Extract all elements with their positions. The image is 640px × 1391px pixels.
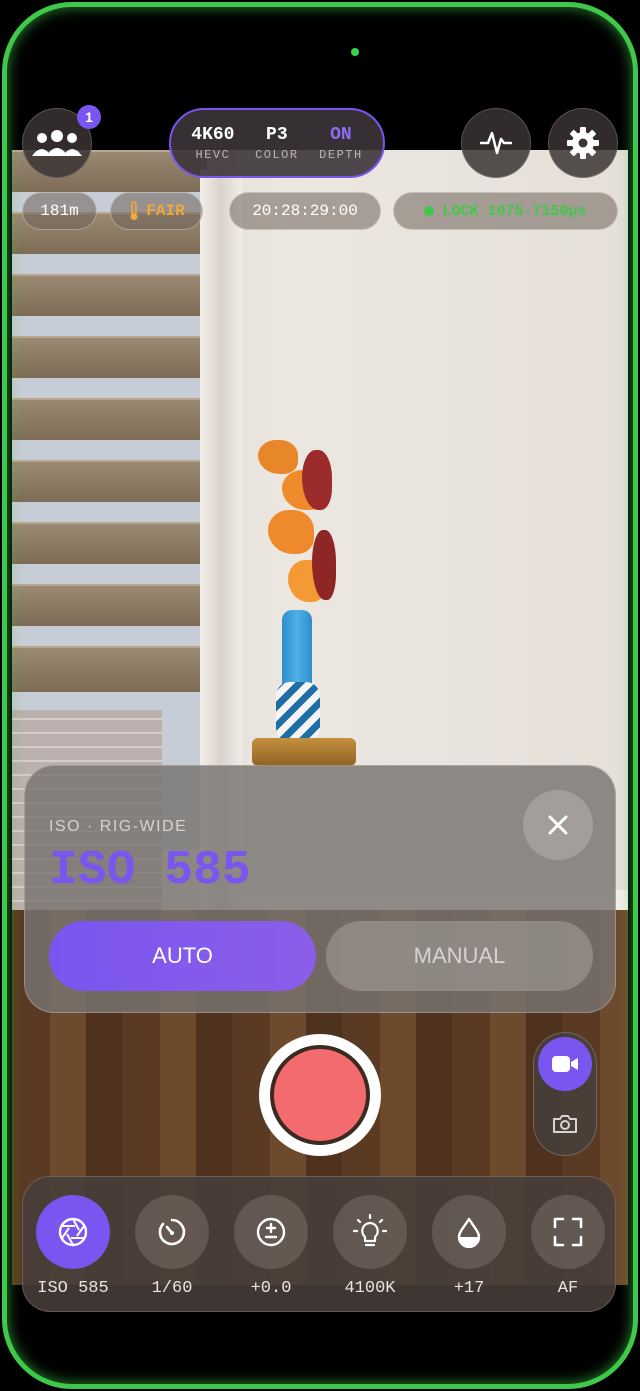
waveform-icon [480, 131, 512, 155]
thermometer-icon [130, 201, 138, 220]
waveform-button[interactable] [461, 108, 531, 178]
tint-drop-icon [457, 1217, 481, 1248]
exposure-lock-chip[interactable]: LOCK 1075·7150µs [393, 192, 618, 230]
toolbar-item-shutter[interactable]: 1/60 [135, 1195, 209, 1298]
format-depth: ON DEPTH [319, 125, 363, 162]
blind-slat [12, 522, 207, 564]
record-button[interactable] [259, 1034, 381, 1156]
toolbar-label: +0.0 [250, 1279, 292, 1298]
iso-panel-value: ISO 585 [49, 844, 251, 898]
toolbar-label: +17 [453, 1279, 485, 1298]
focus-frame-icon [553, 1217, 583, 1247]
format-resolution: 4K60 HEVC [191, 125, 234, 162]
iso-panel-subtitle: ISO · RIG-WIDE [49, 818, 188, 835]
format-color: P3 COLOR [255, 125, 299, 162]
close-icon [548, 815, 568, 835]
dynamic-island [220, 22, 420, 80]
camera-indicator-dot [351, 48, 359, 56]
bulb-icon [353, 1214, 387, 1247]
distance-chip: 181m [22, 192, 97, 230]
focus-tool-button[interactable] [531, 1195, 605, 1269]
white-balance-tool-button[interactable] [333, 1195, 407, 1269]
toolbar-label: 1/60 [151, 1279, 193, 1298]
iso-tool-button[interactable] [36, 1195, 110, 1269]
close-button[interactable] [523, 790, 593, 860]
format-value: 4K60 [191, 124, 235, 145]
people-group-icon [32, 130, 82, 156]
toolbar-label: ISO 585 [37, 1279, 109, 1298]
toolbar-item-iso[interactable]: ISO 585 [36, 1195, 110, 1298]
photo-camera-icon [553, 1115, 577, 1133]
iso-panel: ISO · RIG-WIDE ISO 585 AUTO MANUAL [24, 765, 616, 1013]
video-camera-icon [552, 1056, 578, 1072]
format-key: DEPTH [319, 147, 363, 162]
aperture-icon [58, 1217, 88, 1247]
shutter-timer-icon [158, 1218, 186, 1246]
flower [312, 530, 336, 600]
group-count-badge: 1 [77, 105, 101, 129]
toolbar-item-white-balance[interactable]: 4100K [333, 1195, 407, 1298]
shutter-tool-button[interactable] [135, 1195, 209, 1269]
format-key: HEVC [195, 147, 231, 162]
settings-button[interactable] [548, 108, 618, 178]
record-button-core [270, 1045, 370, 1145]
vase-stand [252, 738, 356, 766]
tint-tool-button[interactable] [432, 1195, 506, 1269]
lock-status-dot [424, 206, 435, 216]
thermal-chip: FAIR [110, 192, 203, 230]
toolbar-item-tint[interactable]: +17 [432, 1195, 506, 1298]
flower [258, 440, 298, 474]
toolbar-item-exposure[interactable]: +0.0 [234, 1195, 308, 1298]
lock-label: LOCK 1075·7150µs [442, 202, 587, 220]
thermal-label: FAIR [146, 202, 185, 220]
blind-slat [12, 646, 207, 692]
flower [268, 510, 314, 554]
format-value: P3 [266, 124, 288, 145]
capture-mode-switch [533, 1032, 597, 1156]
gear-icon [567, 127, 599, 159]
toolbar-label: 4100K [344, 1279, 396, 1298]
video-mode-button[interactable] [538, 1037, 592, 1091]
toolbar-label: AF [557, 1279, 579, 1298]
blind-slat [12, 336, 207, 378]
flower [302, 450, 332, 510]
toolbar-item-focus[interactable]: AF [531, 1195, 605, 1298]
iso-auto-button[interactable]: AUTO [49, 921, 316, 991]
blind-slat [12, 460, 207, 502]
format-pill[interactable]: 4K60 HEVC P3 COLOR ON DEPTH [169, 108, 385, 178]
settings-toolbar: ISO 585 1/60 +0.0 4100K +17 AF [22, 1176, 616, 1312]
format-key: COLOR [255, 147, 299, 162]
camera-screen: 1 4K60 HEVC P3 COLOR ON DEPTH 181m FAIR … [0, 0, 640, 1391]
timecode-chip: 20:28:29:00 [229, 192, 381, 230]
format-value: ON [330, 124, 352, 145]
iso-manual-button[interactable]: MANUAL [326, 921, 593, 991]
blind-slat [12, 274, 207, 316]
blind-slat [12, 584, 207, 626]
exposure-tool-button[interactable] [234, 1195, 308, 1269]
blind-slat [12, 398, 207, 440]
vase-body [276, 682, 320, 742]
exposure-icon [256, 1217, 286, 1247]
photo-mode-button[interactable] [538, 1097, 592, 1151]
